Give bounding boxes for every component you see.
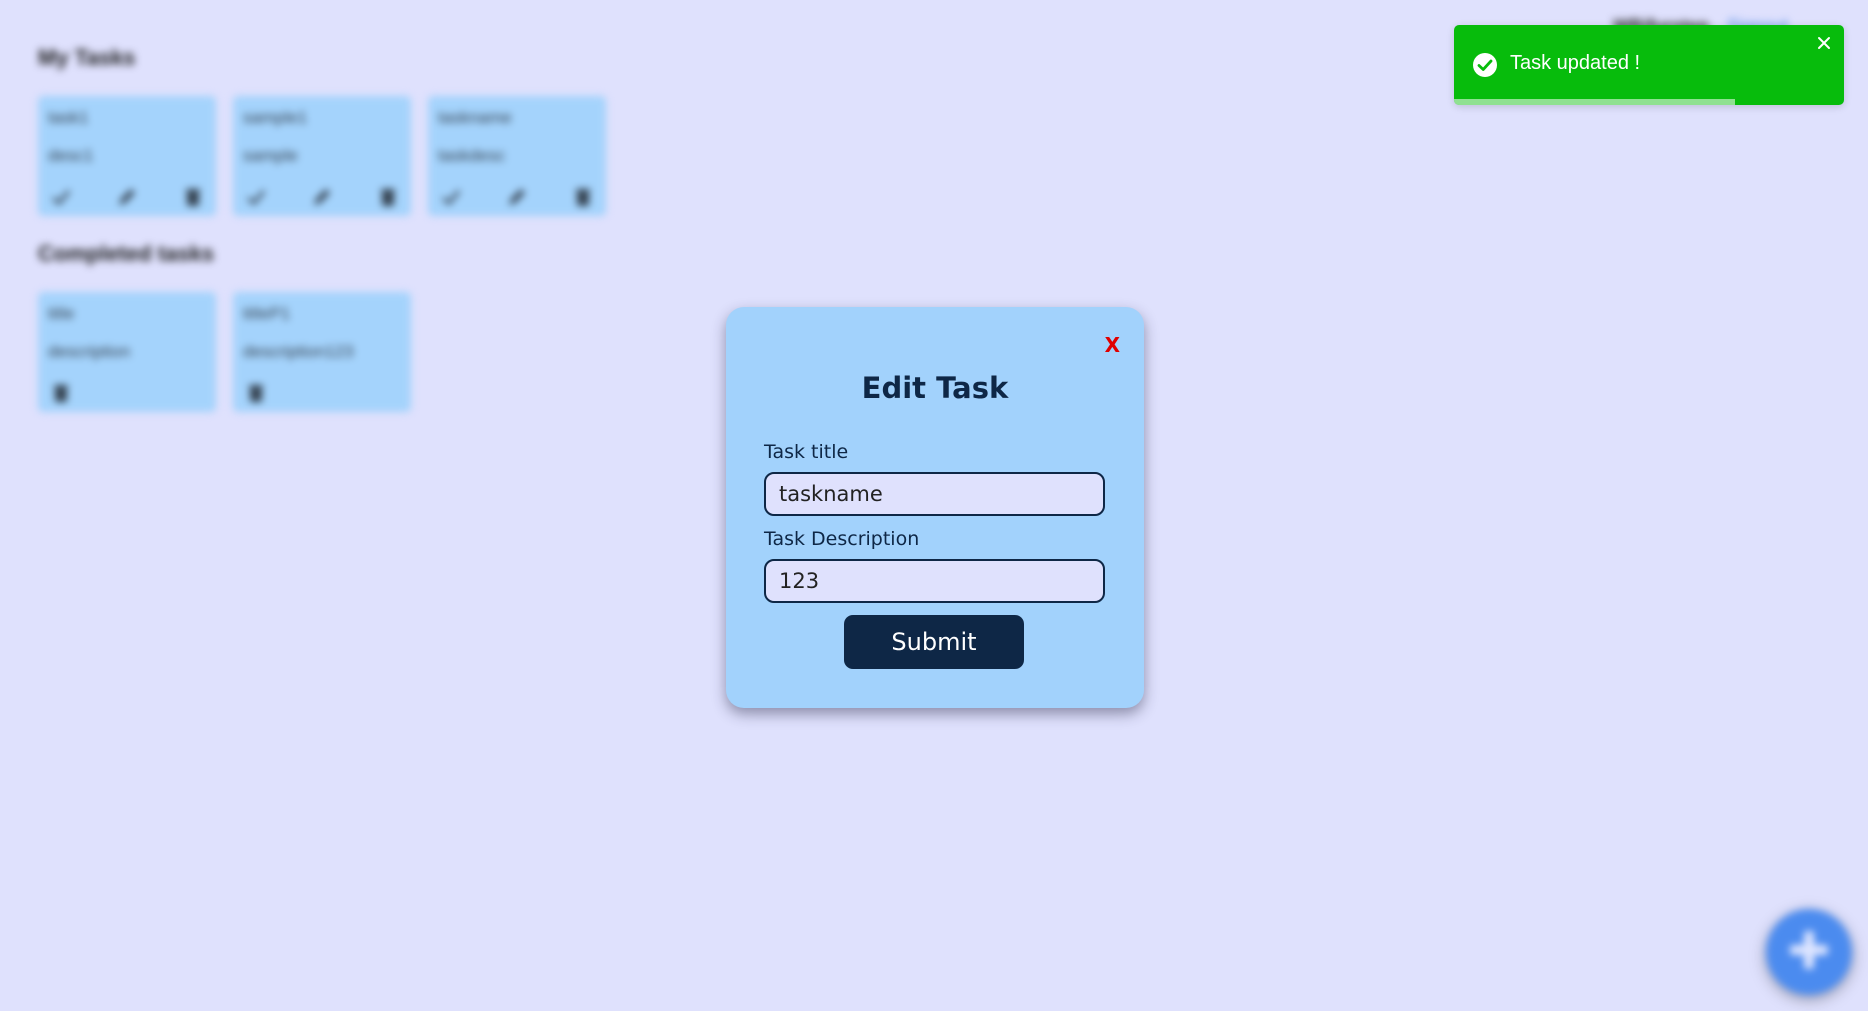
toast-message: Task updated ! xyxy=(1510,52,1641,74)
toast-progress-bar xyxy=(1454,99,1735,105)
pencil-icon[interactable] xyxy=(506,186,528,208)
task-card-title: taskname xyxy=(438,108,512,127)
task-title-label: Task title xyxy=(764,441,849,463)
add-task-button[interactable] xyxy=(1766,909,1852,995)
task-card-title: sample1 xyxy=(243,108,308,127)
edit-task-modal: X Edit Task Task title Task Description … xyxy=(726,307,1144,708)
check-circle-icon xyxy=(1472,52,1498,78)
task-card-title: titleP1 xyxy=(243,304,291,323)
completed-tasks-list: title description titleP1 description123 xyxy=(38,292,411,412)
pencil-icon[interactable] xyxy=(116,186,138,208)
task-card-actions xyxy=(50,382,204,404)
task-card: taskname taskdesc xyxy=(428,96,606,216)
trash-icon[interactable] xyxy=(377,186,399,208)
task-card-description: description123 xyxy=(243,342,354,361)
task-card-actions xyxy=(245,186,399,208)
check-icon[interactable] xyxy=(50,186,72,208)
modal-title: Edit Task xyxy=(861,371,1009,405)
my-tasks-heading: My Tasks xyxy=(38,45,136,70)
trash-icon[interactable] xyxy=(572,186,594,208)
page: WBifurstep Signout My Tasks task1 desc1 … xyxy=(0,0,1868,1011)
task-description-label: Task Description xyxy=(764,528,920,550)
close-icon[interactable] xyxy=(1816,35,1832,51)
plus-icon xyxy=(1784,925,1834,979)
completed-task-card: title description xyxy=(38,292,216,412)
trash-icon[interactable] xyxy=(182,186,204,208)
my-tasks-list: task1 desc1 sample1 sample taskname task… xyxy=(38,96,606,216)
completed-tasks-heading: Completed tasks xyxy=(38,241,215,266)
task-card-actions xyxy=(245,382,399,404)
completed-task-card: titleP1 description123 xyxy=(233,292,411,412)
task-card-description: description xyxy=(48,342,131,361)
task-card: task1 desc1 xyxy=(38,96,216,216)
task-card-description: desc1 xyxy=(48,146,94,165)
task-card-title: title xyxy=(48,304,75,323)
task-card: sample1 sample xyxy=(233,96,411,216)
check-icon[interactable] xyxy=(440,186,462,208)
task-card-description: taskdesc xyxy=(438,146,506,165)
trash-icon[interactable] xyxy=(245,382,267,404)
modal-close-button[interactable]: X xyxy=(1105,333,1120,357)
task-description-input[interactable] xyxy=(764,559,1105,603)
task-card-actions xyxy=(50,186,204,208)
task-card-actions xyxy=(440,186,594,208)
trash-icon[interactable] xyxy=(50,382,72,404)
submit-button[interactable]: Submit xyxy=(844,615,1024,669)
task-title-input[interactable] xyxy=(764,472,1105,516)
check-icon[interactable] xyxy=(245,186,267,208)
pencil-icon[interactable] xyxy=(311,186,333,208)
success-toast: Task updated ! xyxy=(1454,25,1844,105)
task-card-description: sample xyxy=(243,146,298,165)
task-card-title: task1 xyxy=(48,108,89,127)
